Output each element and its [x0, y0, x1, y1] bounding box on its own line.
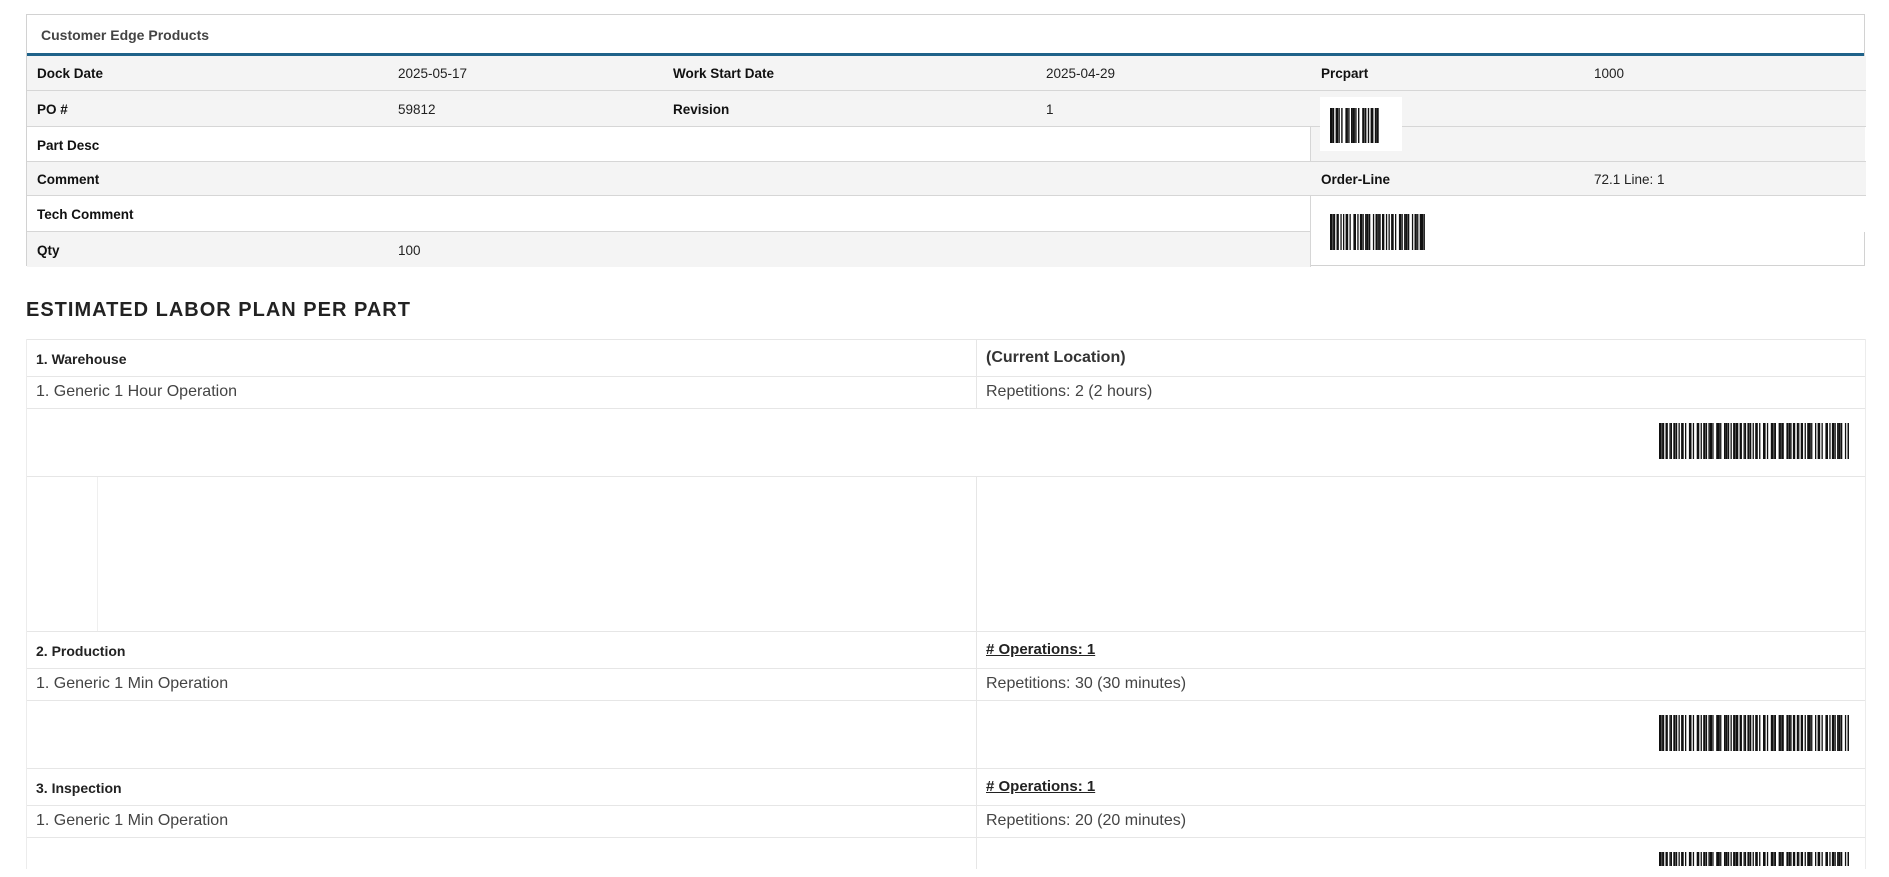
operation-repetitions: Repetitions: 2 (2 hours): [986, 383, 1153, 400]
work-start-date-value: 2025-04-29: [1046, 66, 1116, 81]
department-name: 3. Inspection: [36, 780, 122, 796]
operations-count-link[interactable]: # Operations: 1: [986, 641, 1095, 658]
operation-repetitions: Repetitions: 30 (30 minutes): [986, 675, 1187, 692]
comment-label: Comment: [37, 172, 100, 187]
operation-repetitions: Repetitions: 20 (20 minutes): [986, 812, 1187, 829]
order-line-label: Order-Line: [1321, 172, 1391, 187]
barcode-icon: [1659, 423, 1849, 459]
operation-row: 1. Generic 1 Hour Operation Repetitions:…: [27, 376, 1865, 408]
operation-row: 1. Generic 1 Min Operation Repetitions: …: [27, 805, 1865, 837]
labor-plan-table: 1. Warehouse (Current Location) 1. Gener…: [26, 339, 1866, 869]
department-name: 2. Production: [36, 643, 126, 659]
po-value: 59812: [398, 102, 436, 117]
order-panel: Customer Edge Products Dock Date 2025-05…: [26, 14, 1866, 267]
operation-barcode-row: [27, 408, 1865, 476]
operation-row: 1. Generic 1 Min Operation Repetitions: …: [27, 668, 1865, 700]
work-start-date-label: Work Start Date: [673, 66, 775, 81]
barcode-icon: [1659, 715, 1849, 751]
prcpart-label: Prcpart: [1321, 66, 1369, 81]
dock-date-label: Dock Date: [37, 66, 104, 81]
current-location: (Current Location): [986, 349, 1126, 366]
prcpart-value: 1000: [1594, 66, 1625, 81]
barcode-icon: [1659, 852, 1849, 866]
operation-name: 1. Generic 1 Hour Operation: [36, 383, 237, 400]
operation-name: 1. Generic 1 Min Operation: [36, 812, 229, 829]
operation-barcode-row: [27, 837, 1865, 877]
department-header-row: 1. Warehouse (Current Location): [27, 339, 1865, 376]
order-line-value: 72.1 Line: 1: [1594, 172, 1665, 187]
divider: [1310, 127, 1311, 163]
operation-notes-row: [27, 476, 1865, 632]
operation-barcode-row: [27, 700, 1865, 768]
order-row-dates: Dock Date 2025-05-17 Work Start Date 202…: [27, 56, 1866, 91]
barcode-icon: [1330, 108, 1379, 143]
order-row-comment: Comment Order-Line 72.1 Line: 1: [27, 162, 1866, 196]
qty-value: 100: [398, 243, 421, 258]
order-row-tech-comment: Tech Comment: [27, 196, 1866, 232]
department-header-row: 2. Production # Operations: 1: [27, 631, 1865, 668]
part-desc-label: Part Desc: [37, 138, 100, 153]
department-header-row: 3. Inspection # Operations: 1: [27, 768, 1865, 805]
labor-plan-title: ESTIMATED LABOR PLAN PER PART: [26, 299, 411, 321]
dock-date-value: 2025-05-17: [398, 66, 468, 81]
operations-count-link[interactable]: # Operations: 1: [986, 778, 1095, 795]
department-name: 1. Warehouse: [36, 351, 127, 367]
revision-label: Revision: [673, 102, 730, 117]
barcode-icon: [1330, 214, 1425, 250]
customer-name: Customer Edge Products: [41, 27, 210, 43]
divider: [1310, 196, 1311, 267]
revision-value: 1: [1046, 102, 1054, 117]
order-row-po: PO # 59812 Revision 1: [27, 91, 1866, 127]
operation-name: 1. Generic 1 Min Operation: [36, 675, 229, 692]
qty-label: Qty: [37, 243, 60, 258]
order-row-qty: Qty 100: [27, 231, 1311, 267]
tech-comment-label: Tech Comment: [37, 207, 134, 222]
po-label: PO #: [37, 102, 68, 117]
order-panel-header: Customer Edge Products: [27, 15, 1864, 56]
